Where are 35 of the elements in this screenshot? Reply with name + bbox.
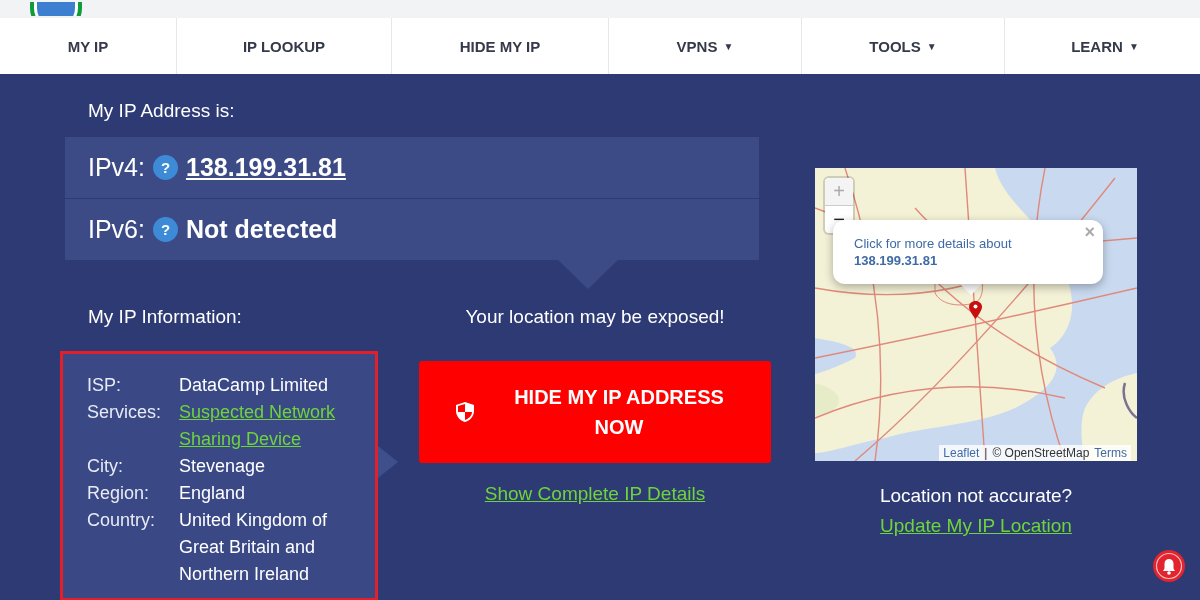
info-value: DataCamp Limited — [179, 374, 329, 397]
info-value: United Kingdom of Great Britain and Northern Ireland — [179, 509, 329, 586]
attribution-text: © OpenStreetMap — [992, 446, 1090, 460]
info-value: Stevenage — [179, 455, 266, 478]
info-label: Country: — [87, 509, 156, 532]
info-label: City: — [87, 455, 123, 478]
leaflet-link[interactable]: Leaflet — [943, 446, 980, 460]
info-value: England — [179, 482, 246, 505]
ip-label: IPv4: — [88, 153, 145, 182]
bell-button[interactable] — [1153, 550, 1185, 582]
caret-icon: ▼ — [723, 40, 734, 52]
details-link[interactable]: Show Complete IP Details — [484, 483, 706, 505]
ip-value: Not detected — [186, 215, 338, 244]
caret-icon: ▼ — [926, 40, 937, 52]
shield-icon — [455, 401, 475, 423]
hide-ip-button[interactable]: HIDE MY IP ADDRESS NOW — [419, 361, 771, 463]
map-pin-icon[interactable] — [969, 301, 982, 319]
popup-link[interactable]: 138.199.31.81 — [854, 253, 1103, 268]
caret-icon: ▼ — [1128, 40, 1139, 52]
section-title: My IP Information: — [87, 306, 243, 329]
info-label: Region: — [87, 482, 150, 505]
update-location-link[interactable]: Update My IP Location — [880, 515, 1072, 537]
help-icon[interactable]: ? — [153, 155, 178, 180]
info-link[interactable]: Suspected Network Sharing Device — [179, 399, 355, 453]
ip-link[interactable]: 138.199.31.81 — [186, 153, 346, 182]
separator: | — [984, 446, 988, 460]
info-label: Services: — [87, 401, 162, 424]
ip-label: IPv6: — [88, 215, 145, 244]
section-title: My IP Address is: — [88, 100, 236, 123]
help-icon[interactable]: ? — [153, 217, 178, 242]
warning-text: Your location may be exposed! — [464, 306, 726, 329]
terms-link[interactable]: Terms — [1094, 446, 1127, 460]
location-question: Location not accurate? — [879, 485, 1073, 507]
popup-text: Click for more details about — [854, 236, 1013, 251]
info-label: ISP: — [87, 374, 121, 397]
